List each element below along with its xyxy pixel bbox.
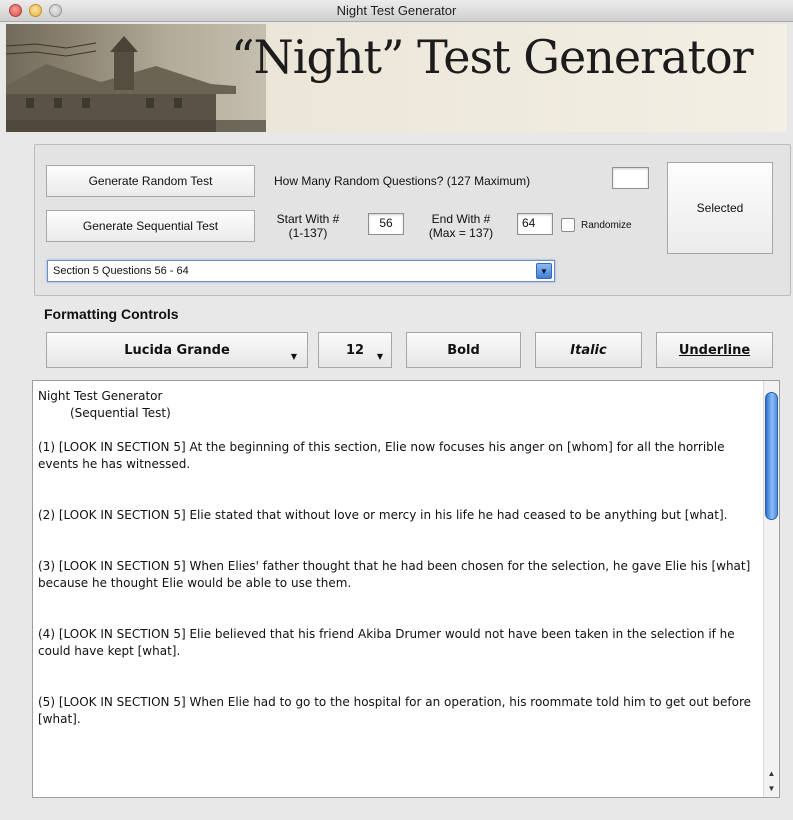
font-size-value: 12 [345, 342, 365, 358]
end-number-field[interactable]: 64 [517, 213, 553, 235]
close-icon[interactable] [9, 4, 22, 17]
randomize-label: Randomize [581, 220, 632, 231]
start-label-line1: Start With # [276, 212, 340, 226]
selected-button[interactable]: Selected [667, 162, 773, 254]
window-titlebar: Night Test Generator [0, 0, 793, 22]
font-size-select[interactable]: 12 ▼ [318, 332, 392, 368]
start-label: Start With # (1-137) [268, 212, 348, 240]
end-label: End With # (Max = 137) [418, 212, 504, 240]
banner-title: “Night” Test Generator [231, 30, 754, 84]
section-select[interactable]: Section 5 Questions 56 - 64 ▼ [47, 260, 555, 282]
question-item: (5) [LOOK IN SECTION 5] When Elie had to… [38, 695, 751, 726]
chevron-down-icon: ▼ [376, 352, 383, 361]
font-family-value: Lucida Grande [124, 342, 230, 358]
scrollbar-thumb[interactable] [765, 392, 778, 520]
random-count-field[interactable] [612, 167, 649, 189]
start-number-field[interactable]: 56 [368, 213, 404, 235]
window-title: Night Test Generator [336, 3, 457, 18]
formatting-controls-heading: Formatting Controls [44, 306, 179, 322]
font-family-select[interactable]: Lucida Grande ▼ [46, 332, 308, 368]
section-select-value: Section 5 Questions 56 - 64 [53, 265, 189, 277]
randomize-checkbox[interactable] [561, 218, 575, 232]
test-output-textarea[interactable]: Night Test Generator (Sequential Test) (… [32, 380, 780, 798]
question-item: (2) [LOOK IN SECTION 5] Elie stated that… [38, 508, 728, 522]
underline-button[interactable]: Underline [656, 332, 773, 368]
generate-sequential-test-button[interactable]: Generate Sequential Test [46, 210, 255, 242]
output-title: Night Test Generator [38, 389, 163, 403]
random-count-prompt: How Many Random Questions? (127 Maximum) [274, 174, 531, 188]
chevron-down-icon[interactable]: ▼ [536, 263, 552, 279]
vertical-scrollbar[interactable]: ▲ ▼ [763, 381, 779, 797]
question-item: (4) [LOOK IN SECTION 5] Elie believed th… [38, 627, 735, 658]
scroll-down-icon[interactable]: ▼ [764, 782, 779, 796]
chevron-down-icon: ▼ [290, 352, 297, 361]
italic-button[interactable]: Italic [535, 332, 642, 368]
scroll-up-icon[interactable]: ▲ [764, 767, 779, 781]
generate-random-test-button[interactable]: Generate Random Test [46, 165, 255, 197]
zoom-icon[interactable] [49, 4, 62, 17]
question-item: (1) [LOOK IN SECTION 5] At the beginning… [38, 440, 725, 471]
minimize-icon[interactable] [29, 4, 42, 17]
end-label-line2: (Max = 137) [428, 226, 494, 240]
end-label-line1: End With # [431, 212, 491, 226]
header-banner: “Night” Test Generator [6, 24, 787, 132]
start-label-line2: (1-137) [288, 226, 328, 240]
bold-button[interactable]: Bold [406, 332, 521, 368]
output-subtitle: (Sequential Test) [70, 406, 171, 420]
question-item: (3) [LOOK IN SECTION 5] When Elies' fath… [38, 559, 751, 590]
test-output-content: Night Test Generator (Sequential Test) (… [38, 388, 753, 728]
barracks-photo-image [6, 24, 266, 132]
